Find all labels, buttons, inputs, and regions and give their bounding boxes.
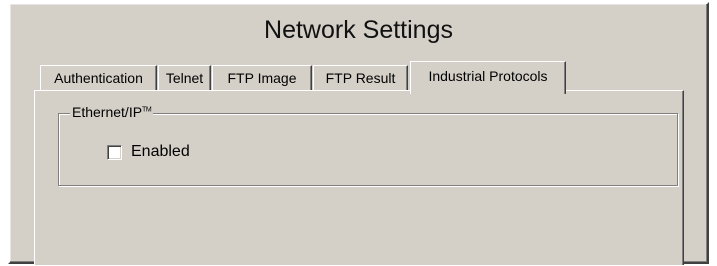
trademark-symbol: TM <box>142 106 152 114</box>
tab-panel-industrial-protocols: Ethernet/IPTM Enabled <box>34 90 684 265</box>
tab-telnet[interactable]: Telnet <box>158 65 211 91</box>
tab-ftp-image[interactable]: FTP Image <box>212 65 312 91</box>
groupbox-label-text: Ethernet/IP <box>72 104 143 120</box>
enabled-checkbox[interactable] <box>107 144 122 160</box>
enabled-checkbox-row[interactable]: Enabled <box>107 142 190 162</box>
tab-ftp-result[interactable]: FTP Result <box>313 65 408 91</box>
page-title: Network Settings <box>264 16 453 44</box>
ethernet-ip-groupbox: Ethernet/IPTM Enabled <box>58 104 678 186</box>
groupbox-label: Ethernet/IPTM <box>70 104 154 120</box>
enabled-checkbox-label[interactable]: Enabled <box>131 143 190 161</box>
network-settings-window: Network Settings Authentication Telnet F… <box>8 2 709 265</box>
tab-authentication[interactable]: Authentication <box>40 65 157 91</box>
tab-industrial-protocols[interactable]: Industrial Protocols <box>410 61 566 94</box>
